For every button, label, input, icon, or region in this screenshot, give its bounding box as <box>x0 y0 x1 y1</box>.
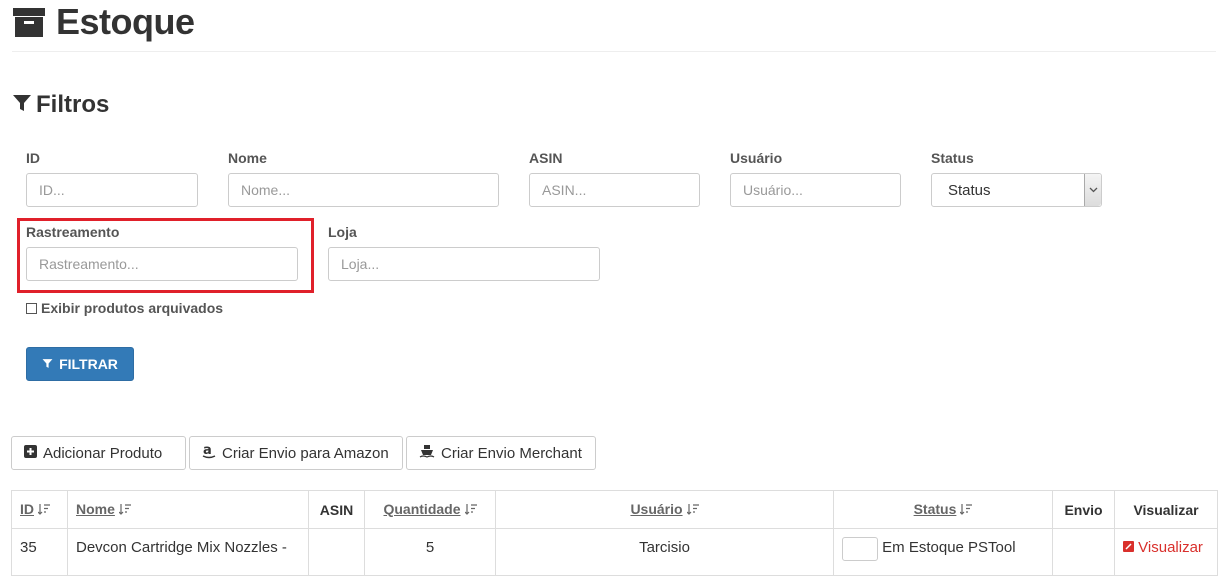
page-title: Estoque <box>56 1 195 42</box>
column-header-visualizar: Visualizar <box>1114 490 1218 529</box>
page-header: Estoque <box>12 0 195 44</box>
loja-input[interactable] <box>328 247 600 281</box>
filters-title: Filtros <box>36 91 110 118</box>
column-header-quantidade[interactable]: Quantidade <box>364 490 496 529</box>
status-edit-button[interactable] <box>842 537 878 561</box>
column-header-status[interactable]: Status <box>833 490 1053 529</box>
sort-icon[interactable] <box>118 502 131 518</box>
table-header-row: ID Nome ASIN Quantidade Usuário Status E… <box>11 490 1218 529</box>
status-label: Status <box>931 150 974 166</box>
create-amazon-shipment-label: Criar Envio para Amazon <box>222 444 389 462</box>
create-amazon-shipment-button[interactable]: a Criar Envio para Amazon <box>189 436 403 470</box>
sort-icon[interactable] <box>37 502 50 518</box>
sort-icon[interactable] <box>686 502 699 518</box>
usuario-label: Usuário <box>730 150 783 166</box>
table-row: 35 Devcon Cartridge Mix Nozzles - 5 Tarc… <box>11 528 1218 576</box>
create-merchant-shipment-label: Criar Envio Merchant <box>441 444 582 462</box>
cell-nome: Devcon Cartridge Mix Nozzles - <box>67 528 309 576</box>
column-header-nome[interactable]: Nome <box>67 490 309 529</box>
filter-button[interactable]: FILTRAR <box>26 347 134 381</box>
svg-text:a: a <box>203 443 212 458</box>
status-select[interactable]: Status <box>931 173 1102 207</box>
cell-visualizar: Visualizar <box>1114 528 1218 576</box>
nome-label: Nome <box>228 150 267 166</box>
filters-header: Filtros <box>12 90 109 120</box>
create-merchant-shipment-button[interactable]: Criar Envio Merchant <box>406 436 596 470</box>
rastreamento-label: Rastreamento <box>26 224 120 240</box>
filter-icon <box>42 356 53 372</box>
usuario-input[interactable] <box>730 173 901 207</box>
status-text: Em Estoque PSTool <box>882 539 1016 556</box>
sort-icon[interactable] <box>959 502 973 518</box>
add-product-button[interactable]: Adicionar Produto <box>11 436 186 470</box>
add-product-label: Adicionar Produto <box>43 444 163 462</box>
id-label: ID <box>26 150 40 166</box>
archived-checkbox-label: Exibir produtos arquivados <box>41 300 224 316</box>
archive-icon <box>12 5 46 39</box>
cell-id: 35 <box>11 528 68 576</box>
filter-icon <box>12 93 32 118</box>
chevron-down-icon[interactable] <box>1084 174 1101 206</box>
amazon-icon: a <box>202 443 216 463</box>
edit-icon <box>1123 541 1134 552</box>
nome-input[interactable] <box>228 173 499 207</box>
asin-label: ASIN <box>529 150 563 166</box>
column-header-asin: ASIN <box>308 490 365 529</box>
header-divider <box>12 51 1216 52</box>
cell-quantidade: 5 <box>364 528 496 576</box>
id-input[interactable] <box>26 173 198 207</box>
asin-input[interactable] <box>529 173 700 207</box>
column-header-usuario[interactable]: Usuário <box>495 490 834 529</box>
ship-icon <box>419 444 435 462</box>
view-link-label: Visualizar <box>1138 539 1203 556</box>
rastreamento-input[interactable] <box>26 247 298 281</box>
archived-checkbox-row[interactable]: Exibir produtos arquivados <box>26 300 223 316</box>
plus-square-icon <box>24 444 37 462</box>
loja-label: Loja <box>328 224 357 240</box>
status-select-value: Status <box>948 181 991 199</box>
cell-envio <box>1052 528 1115 576</box>
view-link[interactable]: Visualizar <box>1123 539 1203 556</box>
archived-checkbox[interactable] <box>26 302 37 314</box>
cell-usuario: Tarcisio <box>495 528 834 576</box>
inventory-table: ID Nome ASIN Quantidade Usuário Status E… <box>11 490 1218 576</box>
column-header-envio: Envio <box>1052 490 1115 529</box>
cell-asin <box>308 528 365 576</box>
cell-status: Em Estoque PSTool <box>833 528 1053 576</box>
column-header-id[interactable]: ID <box>11 490 68 529</box>
sort-icon[interactable] <box>464 502 477 518</box>
filter-button-label: FILTRAR <box>59 356 118 372</box>
